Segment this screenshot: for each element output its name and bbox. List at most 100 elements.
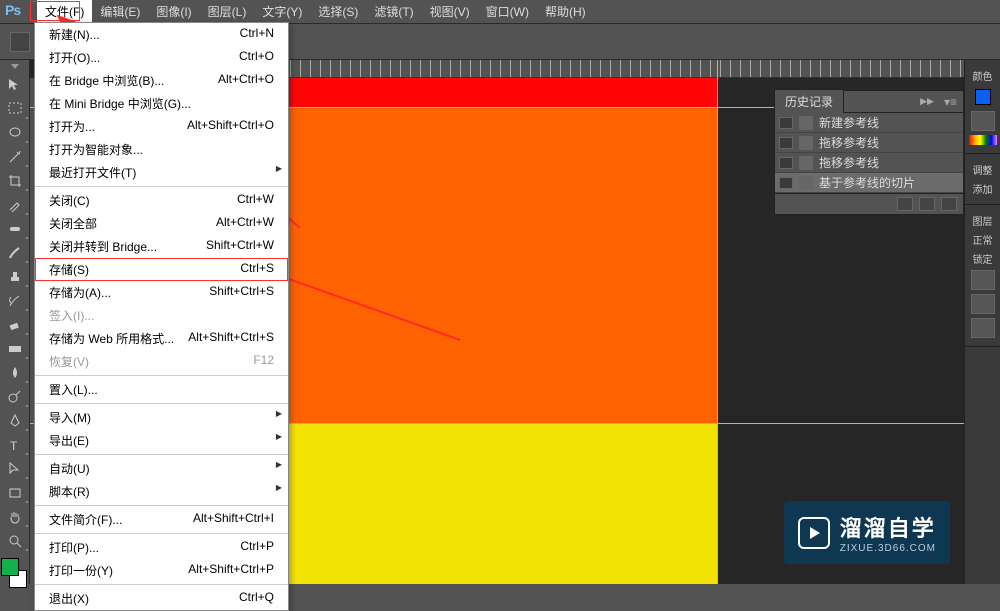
- pen-tool-icon[interactable]: [1, 409, 29, 432]
- file-menu-item[interactable]: 关闭(C) Ctrl+W: [35, 189, 288, 212]
- add-label: 添加: [967, 181, 998, 196]
- file-menu-item[interactable]: 存储(S)Ctrl+S: [35, 258, 288, 281]
- history-panel: 历史记录 ▶▶ ▾≡ 新建参考线拖移参考线拖移参考线基于参考线的切片: [774, 90, 964, 215]
- file-menu-item[interactable]: 自动(U): [35, 457, 288, 480]
- eyedropper-tool-icon[interactable]: [1, 193, 29, 216]
- file-menu-item[interactable]: 关闭全部Alt+Ctrl+W: [35, 212, 288, 235]
- history-thumb-icon: [779, 177, 793, 189]
- toolbar-collapse-icon[interactable]: [0, 60, 29, 72]
- history-brush-tool-icon[interactable]: [1, 289, 29, 312]
- shape-tool-icon[interactable]: [1, 481, 29, 504]
- file-menu-item[interactable]: 打开为智能对象...: [35, 138, 288, 161]
- history-doc-icon: [799, 116, 813, 130]
- layer-visibility-icon-3[interactable]: [971, 318, 995, 338]
- layer-visibility-icon-2[interactable]: [971, 294, 995, 314]
- history-panel-header: 历史记录 ▶▶ ▾≡: [775, 91, 963, 113]
- brush-tool-icon[interactable]: [1, 241, 29, 264]
- menu-item[interactable]: 文字(Y): [254, 0, 310, 24]
- delete-state-icon[interactable]: [941, 197, 957, 211]
- file-menu-item[interactable]: 在 Bridge 中浏览(B)...Alt+Ctrl+O: [35, 69, 288, 92]
- panel-collapse-icon[interactable]: ▶▶: [916, 96, 938, 107]
- history-thumb-icon: [779, 157, 793, 169]
- history-item[interactable]: 拖移参考线: [775, 153, 963, 173]
- path-select-tool-icon[interactable]: [1, 457, 29, 480]
- history-item[interactable]: 拖移参考线: [775, 133, 963, 153]
- hand-tool-icon[interactable]: [1, 505, 29, 528]
- file-menu-item[interactable]: 在 Mini Bridge 中浏览(G)...: [35, 92, 288, 115]
- guide-vertical-2[interactable]: [717, 60, 718, 584]
- lasso-tool-icon[interactable]: [1, 121, 29, 144]
- menu-separator: [35, 454, 288, 455]
- history-doc-icon: [799, 136, 813, 150]
- file-menu-item[interactable]: 导出(E): [35, 429, 288, 452]
- file-menu-item[interactable]: 打印(P)...Ctrl+P: [35, 536, 288, 559]
- foreground-color-swatch[interactable]: [1, 558, 19, 576]
- crop-tool-icon[interactable]: [1, 169, 29, 192]
- menu-item-shortcut: Shift+Ctrl+S: [209, 284, 274, 301]
- menu-item-label: 文件简介(F)...: [49, 511, 122, 528]
- watermark-subtitle: ZIXUE.3D66.COM: [840, 543, 936, 554]
- magic-wand-tool-icon[interactable]: [1, 145, 29, 168]
- file-menu-item[interactable]: 置入(L)...: [35, 378, 288, 401]
- menu-item-label: 打开为...: [49, 118, 95, 135]
- marquee-tool-icon[interactable]: [1, 97, 29, 120]
- type-tool-icon[interactable]: T: [1, 433, 29, 456]
- file-menu-item[interactable]: 存储为(A)...Shift+Ctrl+S: [35, 281, 288, 304]
- swatches-icon[interactable]: [971, 111, 995, 131]
- menu-item[interactable]: 文件(F): [37, 0, 92, 24]
- menu-item-label: 关闭(C): [49, 192, 90, 209]
- zoom-tool-icon[interactable]: [1, 529, 29, 552]
- history-tab[interactable]: 历史记录: [775, 90, 844, 113]
- right-panel-strip: 颜色 调整 添加 图层 正常 锁定: [964, 60, 1000, 584]
- menu-item[interactable]: 帮助(H): [537, 0, 594, 24]
- menu-item[interactable]: 窗口(W): [478, 0, 537, 24]
- menu-item[interactable]: 图像(I): [148, 0, 199, 24]
- layer-visibility-icon[interactable]: [971, 270, 995, 290]
- tool-preset-icon[interactable]: [10, 32, 30, 52]
- menu-item[interactable]: 编辑(E): [92, 0, 148, 24]
- history-list: 新建参考线拖移参考线拖移参考线基于参考线的切片: [775, 113, 963, 193]
- file-menu-item[interactable]: 关闭并转到 Bridge...Shift+Ctrl+W: [35, 235, 288, 258]
- menu-item[interactable]: 视图(V): [422, 0, 478, 24]
- stamp-tool-icon[interactable]: [1, 265, 29, 288]
- menu-item-label: 打开为智能对象...: [49, 141, 143, 158]
- file-menu-item[interactable]: 退出(X)Ctrl+Q: [35, 587, 288, 610]
- menu-item[interactable]: 选择(S): [310, 0, 366, 24]
- file-menu-item[interactable]: 打印一份(Y)Alt+Shift+Ctrl+P: [35, 559, 288, 582]
- file-menu-item: 签入(I)...: [35, 304, 288, 327]
- history-item[interactable]: 基于参考线的切片: [775, 173, 963, 193]
- file-menu-item[interactable]: 打开(O)...Ctrl+O: [35, 46, 288, 69]
- blur-tool-icon[interactable]: [1, 361, 29, 384]
- menu-separator: [35, 403, 288, 404]
- menu-item-shortcut: Ctrl+O: [239, 49, 274, 66]
- new-snapshot-icon[interactable]: [897, 197, 913, 211]
- dodge-tool-icon[interactable]: [1, 385, 29, 408]
- adjust-panel-label[interactable]: 调整: [967, 162, 998, 177]
- file-menu-item[interactable]: 导入(M): [35, 406, 288, 429]
- file-menu-item[interactable]: 最近打开文件(T): [35, 161, 288, 184]
- panel-menu-icon[interactable]: ▾≡: [938, 95, 963, 109]
- new-doc-from-state-icon[interactable]: [919, 197, 935, 211]
- color-panel-label[interactable]: 颜色: [967, 68, 998, 83]
- history-item[interactable]: 新建参考线: [775, 113, 963, 133]
- menu-item[interactable]: 图层(L): [200, 0, 255, 24]
- gradient-tool-icon[interactable]: [1, 337, 29, 360]
- file-menu-item[interactable]: 打开为...Alt+Shift+Ctrl+O: [35, 115, 288, 138]
- color-swatch-mini[interactable]: [975, 89, 991, 105]
- layers-panel-label[interactable]: 图层: [967, 213, 998, 228]
- menu-item-label: 脚本(R): [49, 483, 90, 500]
- healing-brush-tool-icon[interactable]: [1, 217, 29, 240]
- menu-separator: [35, 584, 288, 585]
- move-tool-icon[interactable]: [1, 73, 29, 96]
- menu-separator: [35, 533, 288, 534]
- menu-item-shortcut: Ctrl+W: [237, 192, 274, 209]
- menu-items: 文件(F)编辑(E)图像(I)图层(L)文字(Y)选择(S)滤镜(T)视图(V)…: [37, 0, 594, 24]
- file-menu-item[interactable]: 存储为 Web 所用格式...Alt+Shift+Ctrl+S: [35, 327, 288, 350]
- file-menu-item[interactable]: 脚本(R): [35, 480, 288, 503]
- menu-item[interactable]: 滤镜(T): [366, 0, 421, 24]
- history-doc-icon: [799, 156, 813, 170]
- history-thumb-icon: [779, 117, 793, 129]
- file-menu-item[interactable]: 新建(N)...Ctrl+N: [35, 23, 288, 46]
- eraser-tool-icon[interactable]: [1, 313, 29, 336]
- file-menu-item[interactable]: 文件简介(F)...Alt+Shift+Ctrl+I: [35, 508, 288, 531]
